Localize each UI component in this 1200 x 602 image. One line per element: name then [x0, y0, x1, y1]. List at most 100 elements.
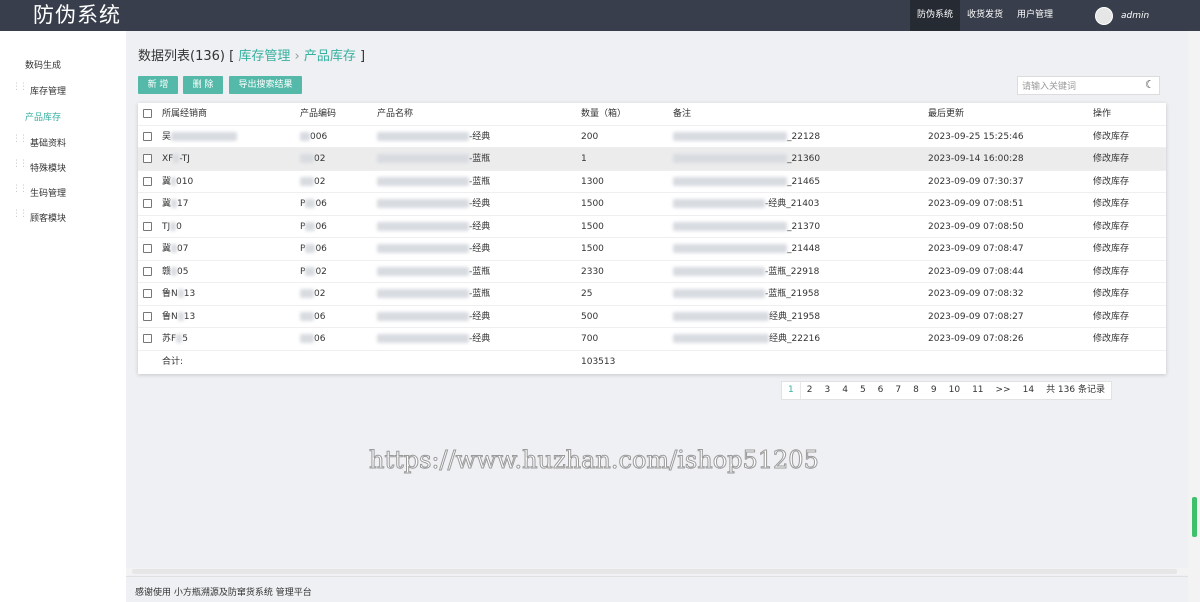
table-row[interactable]: 苏F 5 06 -经典 700 经典_22216 2023-09-09 07:08… — [138, 328, 1166, 351]
search-input[interactable] — [1017, 76, 1160, 95]
page-link-10[interactable]: 10 — [943, 382, 966, 399]
column-header-quantity[interactable]: 数量（箱） — [581, 103, 626, 125]
pagination: 1 2 3 4 5 6 7 8 9 10 11 >> 14 共 136 条记录 — [781, 381, 1112, 400]
sidebar-item-inventory-management[interactable]: ⋮⋮ 库存管理 — [12, 82, 66, 97]
table-row[interactable]: XF -TJ 02 -蓝瓶 1 _21360 2023-09-14 16:00:2… — [138, 148, 1166, 171]
page-link-3[interactable]: 3 — [818, 382, 836, 399]
page-link-4[interactable]: 4 — [836, 382, 854, 399]
column-header-product-code[interactable]: 产品编码 — [300, 103, 336, 125]
vertical-scrollbar-thumb[interactable] — [1192, 497, 1197, 537]
page-link-8[interactable]: 8 — [907, 382, 925, 399]
topnav-anti-counterfeit[interactable]: 防伪系统 — [910, 0, 961, 31]
add-button[interactable]: 新 增 — [138, 76, 178, 94]
horizontal-scrollbar-thumb[interactable] — [132, 569, 1177, 574]
quantity-cell: 1500 — [581, 199, 604, 209]
row-checkbox[interactable] — [143, 289, 152, 298]
updated-cell: 2023-09-09 07:30:37 — [928, 176, 1024, 187]
delete-button[interactable]: 删 除 — [183, 76, 223, 94]
product-name-cell: -经典 — [377, 126, 490, 148]
edit-inventory-link[interactable]: 修改库存 — [1093, 171, 1129, 193]
edit-inventory-link[interactable]: 修改库存 — [1093, 126, 1129, 148]
table-row[interactable]: 冀 07 P 06 -经典 1500 _21448 2023-09-09 07:08… — [138, 238, 1166, 261]
drag-handle-icon: ⋮⋮ — [12, 209, 28, 219]
updated-cell: 2023-09-25 15:25:46 — [928, 131, 1024, 142]
updated-cell: 2023-09-09 07:08:44 — [928, 266, 1024, 277]
edit-inventory-link[interactable]: 修改库存 — [1093, 238, 1129, 260]
product-name-cell: -经典 — [377, 238, 490, 260]
inventory-table: 所属经销商 产品编码 产品名称 数量（箱） 备注 最后更新 操作 吴 006 -… — [138, 103, 1166, 374]
avatar[interactable] — [1095, 6, 1113, 25]
row-checkbox[interactable] — [143, 176, 152, 186]
export-search-results-button[interactable]: 导出搜索结果 — [229, 76, 302, 94]
updated-cell: 2023-09-14 16:00:28 — [928, 154, 1024, 164]
page-title: 数据列表(136) [ 库存管理 › 产品库存 ] — [138, 45, 365, 64]
dealer-cell: 吴 — [162, 126, 238, 148]
column-header-product-name[interactable]: 产品名称 — [377, 103, 413, 125]
quantity-cell: 1500 — [581, 221, 604, 232]
sidebar-item-product-inventory[interactable]: 产品库存 — [25, 110, 61, 123]
edit-inventory-link[interactable]: 修改库存 — [1093, 193, 1129, 215]
vertical-scrollbar[interactable] — [1188, 31, 1200, 602]
edit-inventory-link[interactable]: 修改库存 — [1093, 261, 1129, 283]
sidebar-item-code-generation[interactable]: 数码生成 — [25, 58, 61, 71]
table-row[interactable]: 冀 010 02 -蓝瓶 1300 _21465 2023-09-09 07:30… — [138, 171, 1166, 193]
page-link-6[interactable]: 6 — [872, 382, 890, 399]
quantity-cell: 1500 — [581, 244, 604, 254]
footer: 感谢使用 小方瓶溯源及防窜货系统 管理平台 — [126, 576, 1188, 602]
breadcrumb-product-inventory[interactable]: 产品库存 — [304, 49, 356, 64]
column-header-last-updated[interactable]: 最后更新 — [928, 103, 964, 125]
table-row[interactable]: 鲁N 13 06 -经典 500 经典_21958 2023-09-09 07:0… — [138, 306, 1166, 328]
edit-inventory-link[interactable]: 修改库存 — [1093, 148, 1129, 170]
sidebar-item-customer-module[interactable]: ⋮⋮ 顾客模块 — [12, 209, 66, 224]
page-link-9[interactable]: 9 — [925, 382, 943, 399]
row-checkbox[interactable] — [143, 154, 152, 163]
sidebar-item-label: 生码管理 — [30, 189, 67, 199]
dealer-cell: 鲁N 13 — [162, 289, 196, 299]
row-checkbox[interactable] — [143, 199, 152, 208]
table-row[interactable]: 冀 17 P 06 -经典 1500 -经典_21403 2023-09-09 07… — [138, 193, 1166, 216]
dealer-cell: XF -TJ — [162, 154, 190, 164]
horizontal-scrollbar[interactable] — [126, 568, 1188, 575]
sidebar-item-label: 基础资料 — [30, 139, 67, 149]
sidebar-item-special-module[interactable]: ⋮⋮ 特殊模块 — [12, 159, 66, 174]
row-checkbox[interactable] — [143, 221, 152, 231]
page-link-11[interactable]: 11 — [966, 382, 989, 399]
user-menu[interactable]: admin — [1095, 6, 1149, 25]
row-checkbox[interactable] — [143, 244, 152, 253]
user-name[interactable]: admin — [1121, 11, 1149, 21]
dealer-cell: 冀 07 — [162, 244, 189, 254]
select-all-checkbox[interactable] — [143, 109, 152, 118]
page-link-2[interactable]: 2 — [801, 382, 819, 399]
sidebar-item-code-management[interactable]: ⋮⋮ 生码管理 — [12, 184, 67, 199]
product-name-cell: -经典 — [377, 193, 490, 215]
refresh-search-icon[interactable]: ☾ — [1145, 78, 1155, 91]
column-header-dealer[interactable]: 所属经销商 — [162, 103, 207, 125]
table-row[interactable]: TJ 0 P 06 -经典 1500 _21370 2023-09-09 07:08… — [138, 216, 1166, 238]
row-checkbox[interactable] — [143, 131, 152, 141]
edit-inventory-link[interactable]: 修改库存 — [1093, 216, 1129, 238]
page-link-1[interactable]: 1 — [782, 382, 801, 399]
row-checkbox[interactable] — [143, 266, 152, 276]
row-checkbox[interactable] — [143, 311, 152, 321]
quantity-cell: 700 — [581, 334, 599, 344]
topnav-shipping[interactable]: 收货发货 — [960, 0, 1010, 31]
column-header-note[interactable]: 备注 — [673, 103, 691, 125]
note-cell: _21448 — [673, 238, 820, 260]
product-name-cell: -经典 — [377, 328, 490, 350]
edit-inventory-link[interactable]: 修改库存 — [1093, 306, 1129, 328]
page-link-7[interactable]: 7 — [889, 382, 907, 399]
table-row[interactable]: 吴 006 -经典 200 _22128 2023-09-25 15:25:46… — [138, 126, 1166, 148]
table-row[interactable]: 鲁N 13 02 -蓝瓶 25 -蓝瓶_21958 2023-09-09 07:0… — [138, 283, 1166, 306]
page-link-last[interactable]: 14 — [1017, 382, 1040, 399]
sidebar-item-basic-data[interactable]: ⋮⋮ 基础资料 — [12, 134, 67, 149]
topnav-user-management[interactable]: 用户管理 — [1010, 0, 1060, 31]
next-pages-button[interactable]: >> — [990, 382, 1017, 399]
breadcrumb-inventory-management[interactable]: 库存管理 — [238, 49, 290, 64]
edit-inventory-link[interactable]: 修改库存 — [1093, 283, 1129, 305]
quantity-cell: 200 — [581, 131, 599, 142]
note-cell: _22128 — [673, 126, 820, 148]
page-link-5[interactable]: 5 — [854, 382, 872, 399]
row-checkbox[interactable] — [143, 334, 152, 343]
edit-inventory-link[interactable]: 修改库存 — [1093, 328, 1129, 350]
table-row[interactable]: 赣 05 P 02 -蓝瓶 2330 -蓝瓶_22918 2023-09-09 07… — [138, 261, 1166, 283]
